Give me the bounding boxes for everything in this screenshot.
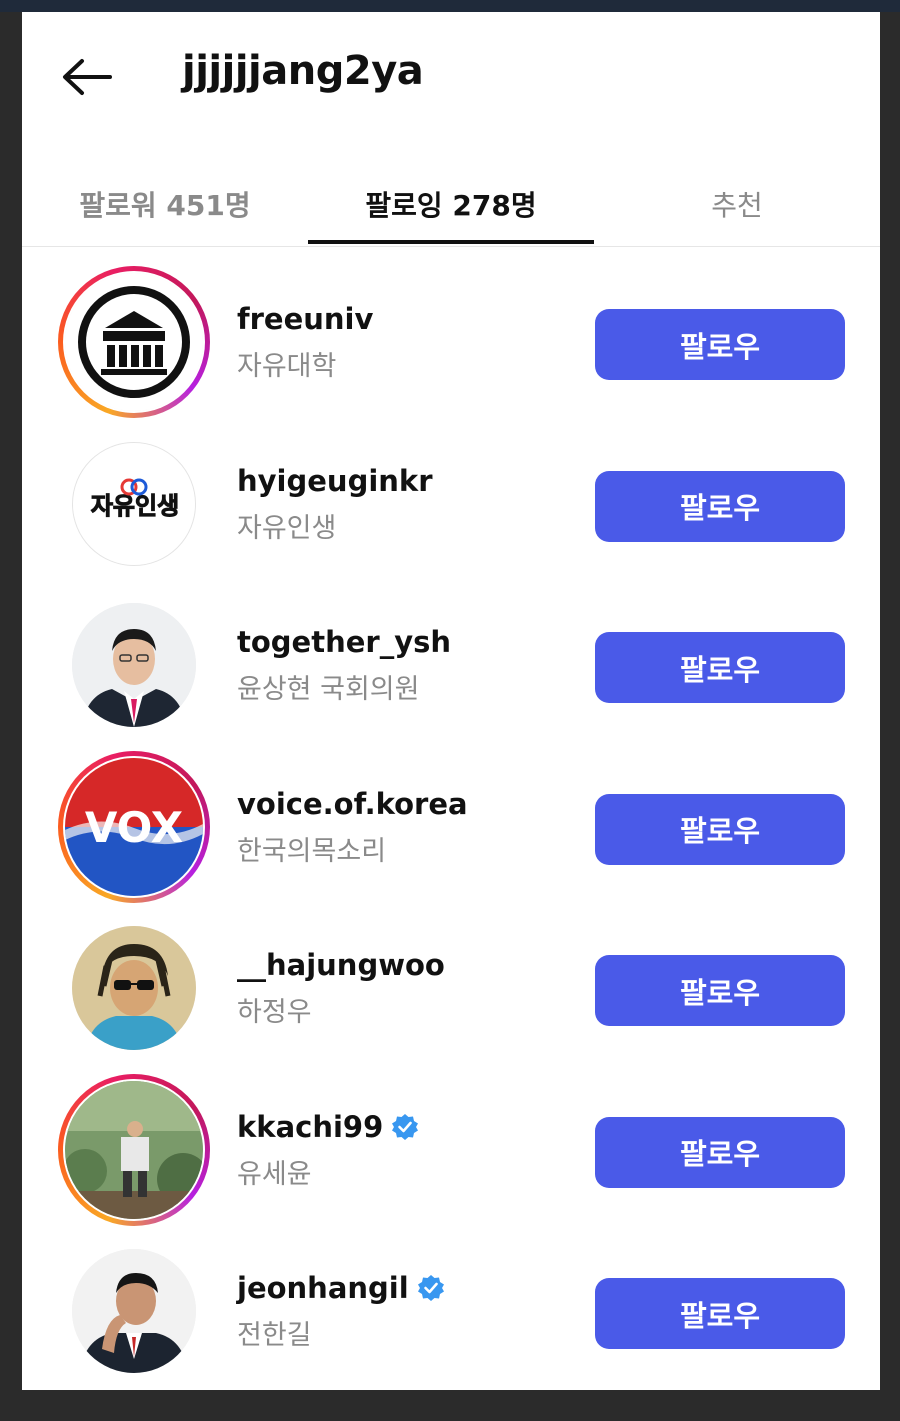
- verified-badge-icon: [417, 1275, 444, 1301]
- status-bar-fragment: [0, 0, 900, 12]
- display-name: 자유대학: [237, 351, 337, 382]
- list-item[interactable]: freeuniv 자유대학 팔로우: [22, 266, 880, 430]
- svg-text:자유인생: 자유인생: [91, 492, 179, 520]
- display-name: 하정우: [237, 997, 312, 1028]
- avatar[interactable]: 자유인생: [72, 441, 196, 566]
- username-text: hyigeuginkr: [237, 463, 433, 498]
- list-item[interactable]: 자유인생 hyigeuginkr 자유인생 팔로우: [22, 430, 880, 592]
- tab-followers[interactable]: 팔로워 451명: [22, 162, 308, 246]
- username[interactable]: kkachi99: [237, 1110, 419, 1144]
- avatar[interactable]: [72, 926, 196, 1050]
- list-item[interactable]: kkachi99 유세윤 팔로우: [22, 1073, 880, 1238]
- username-text: kkachi99: [237, 1109, 384, 1144]
- follow-button[interactable]: 팔로우: [595, 793, 845, 865]
- tab-bar: 팔로워 451명 팔로잉 278명 추천: [22, 162, 880, 247]
- display-name: 자유인생: [237, 512, 337, 544]
- avatar[interactable]: [72, 1249, 196, 1373]
- follow-button[interactable]: 팔로우: [595, 1116, 845, 1188]
- username[interactable]: voice.of.korea: [237, 787, 468, 821]
- following-list: freeuniv 자유대학 팔로우 자유인생 hyigeuginkr 자유인생 …: [22, 266, 880, 1390]
- list-item[interactable]: together_ysh 윤상현 국회의원 팔로우: [22, 591, 880, 753]
- follow-button[interactable]: 팔로우: [595, 955, 845, 1026]
- display-name: 한국의목소리: [237, 835, 387, 867]
- follow-button[interactable]: 팔로우: [595, 470, 845, 542]
- profile-username-title: jjjjjjang2ya: [182, 48, 424, 94]
- username-text: voice.of.korea: [237, 786, 468, 821]
- display-name: 윤상현 국회의원: [237, 674, 420, 705]
- bottom-frame: [0, 1390, 900, 1421]
- arrow-left-icon: [63, 59, 112, 95]
- avatar[interactable]: [65, 1080, 203, 1219]
- username-text: freeuniv: [237, 302, 374, 336]
- follow-button[interactable]: 팔로우: [595, 632, 845, 703]
- vok-logo-icon: VOX: [65, 757, 203, 896]
- avatar[interactable]: VOX: [65, 757, 203, 896]
- list-item[interactable]: __hajungwoo 하정우 팔로우: [22, 914, 880, 1076]
- follow-button[interactable]: 팔로우: [595, 1278, 845, 1349]
- header: jjjjjjang2ya: [22, 12, 880, 142]
- following-screen: jjjjjjang2ya 팔로워 451명 팔로잉 278명 추천 freeun…: [22, 12, 880, 1390]
- username-text: jeonhangil: [237, 1271, 409, 1305]
- man-suit-pose-photo-icon: [72, 1249, 196, 1373]
- tab-following[interactable]: 팔로잉 278명: [308, 162, 594, 246]
- man-sunglasses-photo-icon: [72, 926, 196, 1050]
- username[interactable]: hyigeuginkr: [237, 464, 433, 498]
- list-item[interactable]: jeonhangil 전한길 팔로우: [22, 1237, 880, 1390]
- username[interactable]: together_ysh: [237, 625, 451, 659]
- back-button[interactable]: [56, 52, 116, 102]
- tab-suggested[interactable]: 추천: [594, 162, 880, 246]
- follow-button[interactable]: 팔로우: [595, 309, 845, 380]
- username[interactable]: jeonhangil: [237, 1271, 445, 1305]
- man-in-suit-photo-icon: [72, 603, 196, 727]
- outdoor-person-photo-icon: [65, 1080, 203, 1219]
- list-item[interactable]: VOX voice.of.korea 한국의목소리 팔로우: [22, 750, 880, 915]
- username[interactable]: __hajungwoo: [237, 948, 445, 982]
- display-name: 유세윤: [237, 1158, 312, 1190]
- jayu-insaeng-logo-icon: 자유인생: [73, 442, 195, 565]
- vok-logo-text: VOX: [85, 803, 183, 852]
- display-name: 전한길: [237, 1320, 312, 1351]
- avatar[interactable]: [65, 273, 203, 411]
- active-tab-indicator: [308, 240, 594, 244]
- username[interactable]: freeuniv: [237, 302, 373, 336]
- freedom-univ-logo-icon: [65, 273, 203, 411]
- username-text: together_ysh: [237, 625, 452, 659]
- avatar[interactable]: [72, 603, 196, 727]
- username-text: __hajungwoo: [237, 948, 445, 982]
- verified-badge-icon: [392, 1113, 419, 1140]
